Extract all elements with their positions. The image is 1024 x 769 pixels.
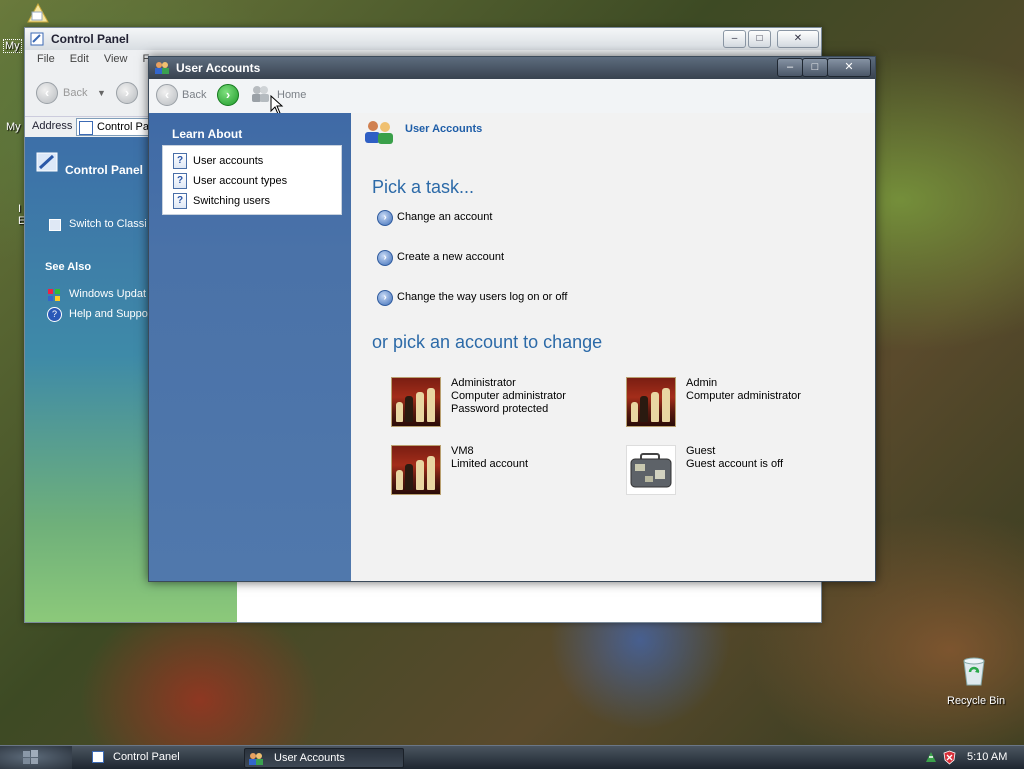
control-panel-titlebar[interactable]: Control Panel – □ ✕ [25, 28, 821, 51]
help-question-icon: ? [173, 173, 187, 189]
ua-maximize-button[interactable]: □ [802, 58, 828, 77]
cp-menu-file[interactable]: File [37, 53, 55, 65]
start-button[interactable] [0, 746, 72, 769]
taskbar-clock[interactable]: 5:10 AM [967, 751, 1007, 763]
cp-address-folder-icon [79, 121, 93, 135]
cp-menu-edit[interactable]: Edit [70, 53, 89, 65]
ua-close-button[interactable]: ✕ [827, 58, 871, 77]
user-accounts-app-icon [155, 61, 169, 74]
suitcase-icon[interactable] [626, 445, 676, 495]
account-status: Password protected [451, 403, 549, 415]
help-question-icon: ? [173, 193, 187, 209]
cp-address-field[interactable]: Control Pa [76, 118, 158, 136]
windows-logo-icon [22, 749, 40, 765]
task-arrow-icon: › [377, 210, 393, 226]
cp-address-value: Control Pa [97, 121, 149, 133]
taskbar-button-label: User Accounts [274, 752, 345, 764]
user-accounts-heading: User Accounts [405, 123, 483, 135]
cp-menu-view[interactable]: View [104, 53, 128, 65]
mouse-cursor-icon [270, 94, 284, 115]
ua-navigation-bar: ‹ Back › Home [149, 79, 875, 115]
user-accounts-title: User Accounts [176, 61, 261, 75]
learn-item-label[interactable]: Switching users [193, 195, 270, 207]
control-panel-app-icon [30, 32, 44, 46]
chess-icon[interactable] [626, 377, 676, 427]
windows-update-icon [47, 288, 61, 302]
cp-forward-arrow-icon[interactable]: › [116, 82, 138, 104]
pick-task-title: Pick a task... [372, 177, 475, 197]
pick-account-title: or pick an account to change [372, 332, 603, 352]
account-text[interactable]: VM8 Limited account [451, 445, 528, 471]
account-admin[interactable]: Admin Computer administrator [626, 377, 856, 427]
ua-back-label[interactable]: Back [182, 89, 206, 101]
cp-close-button[interactable]: ✕ [777, 30, 819, 48]
my-documents-icon[interactable] [24, 2, 50, 24]
security-shield-icon[interactable] [943, 750, 956, 765]
ua-side-pane: Learn About ? User accounts ? User accou… [149, 113, 351, 581]
account-guest[interactable]: Guest Guest account is off [626, 445, 856, 495]
user-accounts-icon [249, 752, 263, 765]
system-tray: 5:10 AM [918, 746, 1024, 769]
taskbar-button-user-accounts[interactable]: User Accounts [244, 748, 404, 768]
chess-icon[interactable] [391, 445, 441, 495]
account-type: Computer administrator [686, 390, 801, 402]
user-accounts-window[interactable]: User Accounts – □ ✕ ‹ Back › Home Learn … [148, 56, 876, 582]
switch-view-icon [49, 219, 61, 231]
account-name: VM8 [451, 445, 474, 457]
cp-help-support-link[interactable]: Help and Suppor [69, 308, 152, 320]
learn-about-title: Learn About [172, 127, 243, 141]
cp-minimize-button[interactable]: – [723, 30, 746, 48]
help-question-icon: ? [173, 153, 187, 169]
task-arrow-icon: › [377, 290, 393, 306]
account-text[interactable]: Admin Computer administrator [686, 377, 801, 403]
taskbar-button-label: Control Panel [113, 751, 180, 763]
account-administrator[interactable]: Administrator Computer administrator Pas… [391, 377, 621, 427]
recycle-bin-icon[interactable] [958, 655, 990, 687]
account-text[interactable]: Administrator Computer administrator Pas… [451, 377, 566, 416]
account-name: Admin [686, 377, 718, 389]
task-label[interactable]: Create a new account [397, 251, 504, 263]
control-panel-side-icon [35, 150, 59, 174]
ua-back-arrow-icon[interactable]: ‹ [156, 84, 178, 106]
learn-item-label[interactable]: User account types [193, 175, 287, 187]
cp-maximize-button[interactable]: □ [748, 30, 771, 48]
cp-see-also-title: See Also [45, 261, 92, 273]
cp-side-title: Control Panel [65, 163, 144, 177]
chess-icon[interactable] [391, 377, 441, 427]
ua-forward-arrow-icon[interactable]: › [217, 84, 239, 106]
task-arrow-icon: › [377, 250, 393, 266]
task-label[interactable]: Change the way users log on or off [397, 291, 567, 303]
ua-main-content: User Accounts Pick a task... › Change an… [351, 113, 875, 581]
desktop-partial-label-1: I [18, 203, 22, 215]
account-vm8[interactable]: VM8 Limited account [391, 445, 621, 495]
control-panel-title: Control Panel [51, 32, 130, 46]
cp-back-label[interactable]: Back [63, 87, 87, 99]
cp-back-dropdown-icon[interactable]: ▼ [97, 88, 106, 98]
network-tray-icon[interactable] [924, 750, 938, 764]
user-accounts-titlebar[interactable]: User Accounts – □ ✕ [149, 57, 875, 79]
task-label[interactable]: Change an account [397, 211, 492, 223]
taskbar: Control Panel User Accounts 5:10 AM [0, 745, 1024, 769]
my-documents-label[interactable]: My [3, 39, 22, 53]
account-type: Guest account is off [686, 458, 784, 470]
cp-back-arrow-icon[interactable]: ‹ [36, 82, 58, 104]
ua-home-icon[interactable] [250, 84, 272, 104]
help-support-icon: ? [47, 307, 62, 322]
account-text[interactable]: Guest Guest account is off [686, 445, 783, 471]
control-panel-icon [92, 751, 104, 763]
my-computer-label[interactable]: My [6, 121, 21, 133]
account-name: Guest [686, 445, 716, 457]
account-name: Administrator [451, 377, 516, 389]
account-type: Limited account [451, 458, 529, 470]
cp-address-label: Address [32, 120, 73, 132]
user-accounts-header-icon [363, 119, 397, 145]
cp-windows-update-link[interactable]: Windows Updat [69, 288, 146, 300]
account-type: Computer administrator [451, 390, 566, 402]
ua-minimize-button[interactable]: – [777, 58, 803, 77]
learn-item-label[interactable]: User accounts [193, 155, 263, 167]
taskbar-button-control-panel[interactable]: Control Panel [88, 748, 238, 766]
cp-switch-view-link[interactable]: Switch to Classi [69, 218, 147, 230]
recycle-bin-label[interactable]: Recycle Bin [947, 695, 1005, 707]
learn-about-box: ? User accounts ? User account types ? S… [162, 145, 342, 215]
